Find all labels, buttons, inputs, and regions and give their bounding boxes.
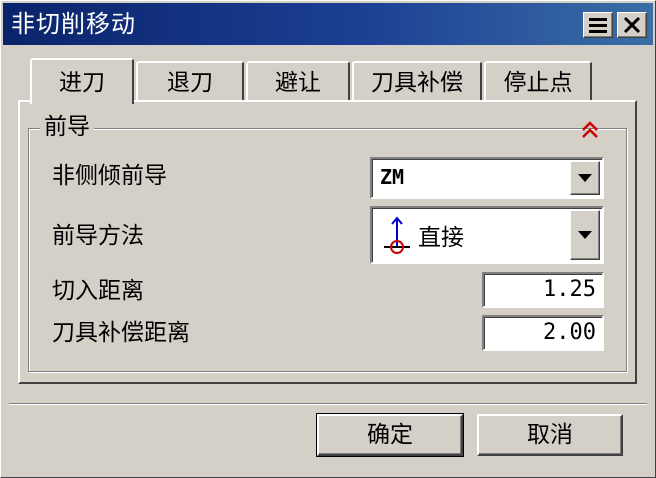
tab-approach-label: 进刀 xyxy=(59,70,105,96)
title-bar[interactable]: 非切削移动 xyxy=(3,3,653,45)
lead-method-value: 直接 xyxy=(418,225,464,251)
cut-in-distance-label: 切入距离 xyxy=(52,278,144,304)
ok-button[interactable]: 确定 xyxy=(316,413,464,457)
cancel-button[interactable]: 取消 xyxy=(477,414,623,456)
button-separator xyxy=(9,403,647,405)
tool-comp-distance-input[interactable]: 2.00 xyxy=(482,315,604,351)
non-side-lead-value: ZM xyxy=(380,165,405,189)
direct-lead-icon xyxy=(384,216,410,254)
window-title: 非切削移动 xyxy=(11,10,136,38)
dialog-window: 非切削移动 进刀 退刀 避让 刀具补偿 停止点 前导 非侧倾前导 ZM 前导方法… xyxy=(0,0,656,478)
lead-group-label: 前导 xyxy=(40,113,94,141)
tab-tool-compensation[interactable]: 刀具补偿 xyxy=(352,61,482,101)
close-button[interactable] xyxy=(617,12,647,38)
collapse-up-icon[interactable] xyxy=(580,120,600,140)
non-side-lead-dropdown-button[interactable] xyxy=(570,161,600,195)
close-icon xyxy=(623,16,641,34)
tab-tool-compensation-label: 刀具补偿 xyxy=(371,70,463,96)
tab-avoid[interactable]: 避让 xyxy=(246,61,350,101)
tab-approach[interactable]: 进刀 xyxy=(30,58,134,104)
non-side-lead-dropdown[interactable]: ZM xyxy=(370,157,604,199)
tab-retract[interactable]: 退刀 xyxy=(136,61,244,101)
tab-avoid-label: 避让 xyxy=(275,70,321,96)
tab-panel-approach: 前导 非侧倾前导 ZM 前导方法 直接 切入距离 1.25 刀具补偿距离 2.0… xyxy=(18,100,637,384)
non-side-lead-label: 非侧倾前导 xyxy=(52,163,167,189)
lead-method-label: 前导方法 xyxy=(52,223,144,249)
tab-stop-point-label: 停止点 xyxy=(503,70,573,96)
tab-retract-label: 退刀 xyxy=(167,70,213,96)
tool-comp-distance-label: 刀具补偿距离 xyxy=(52,320,190,346)
chevron-down-icon xyxy=(578,231,592,239)
cut-in-distance-input[interactable]: 1.25 xyxy=(482,272,604,308)
lead-method-dropdown[interactable]: 直接 xyxy=(370,206,604,264)
menu-icon xyxy=(589,18,607,33)
tab-stop-point[interactable]: 停止点 xyxy=(484,61,592,101)
chevron-down-icon xyxy=(578,174,592,182)
lead-method-dropdown-button[interactable] xyxy=(570,210,600,260)
menu-button[interactable] xyxy=(583,12,613,38)
